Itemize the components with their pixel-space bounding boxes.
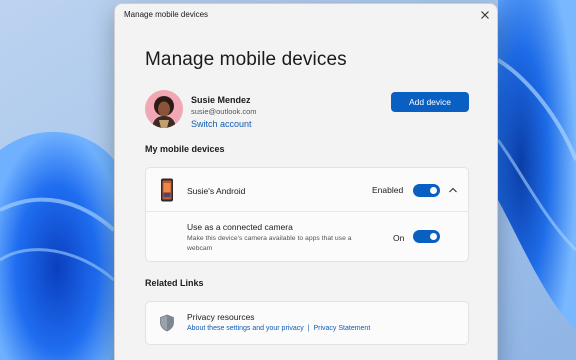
account-name: Susie Mendez xyxy=(191,95,251,105)
avatar xyxy=(145,90,183,128)
toggle-knob xyxy=(430,233,437,240)
camera-toggle[interactable] xyxy=(413,230,440,243)
chevron-up-icon[interactable] xyxy=(447,184,459,196)
close-icon[interactable] xyxy=(477,7,493,23)
privacy-links: About these settings and your privacy | … xyxy=(187,325,370,332)
privacy-card: Privacy resources About these settings a… xyxy=(145,301,469,345)
window-title: Manage mobile devices xyxy=(124,10,209,19)
phone-icon xyxy=(161,178,173,202)
device-status-label: Enabled xyxy=(372,185,404,195)
device-name: Susie's Android xyxy=(187,186,246,196)
manage-devices-dialog: Manage mobile devices Manage mobile devi… xyxy=(114,3,498,360)
card-divider xyxy=(146,211,468,212)
link-separator: | xyxy=(307,325,310,332)
device-enabled-toggle[interactable] xyxy=(413,184,440,197)
related-links-heading: Related Links xyxy=(145,278,204,288)
shield-icon xyxy=(160,314,174,332)
camera-setting-description: Make this device's camera available to a… xyxy=(187,235,352,252)
camera-setting-title: Use as a connected camera xyxy=(187,222,293,232)
toggle-knob xyxy=(430,187,437,194)
my-devices-heading: My mobile devices xyxy=(145,144,225,154)
device-card: Susie's Android Enabled Use as a connect… xyxy=(145,167,469,262)
add-device-button[interactable]: Add device xyxy=(391,92,469,112)
camera-state-label: On xyxy=(393,233,405,243)
account-email: susie@outlook.com xyxy=(191,107,257,116)
switch-account-link[interactable]: Switch account xyxy=(191,119,252,129)
page-title: Manage mobile devices xyxy=(145,49,347,70)
about-settings-privacy-link[interactable]: About these settings and your privacy xyxy=(187,325,304,332)
privacy-resources-title: Privacy resources xyxy=(187,312,255,322)
privacy-statement-link[interactable]: Privacy Statement xyxy=(313,325,370,332)
title-bar: Manage mobile devices xyxy=(115,4,497,26)
